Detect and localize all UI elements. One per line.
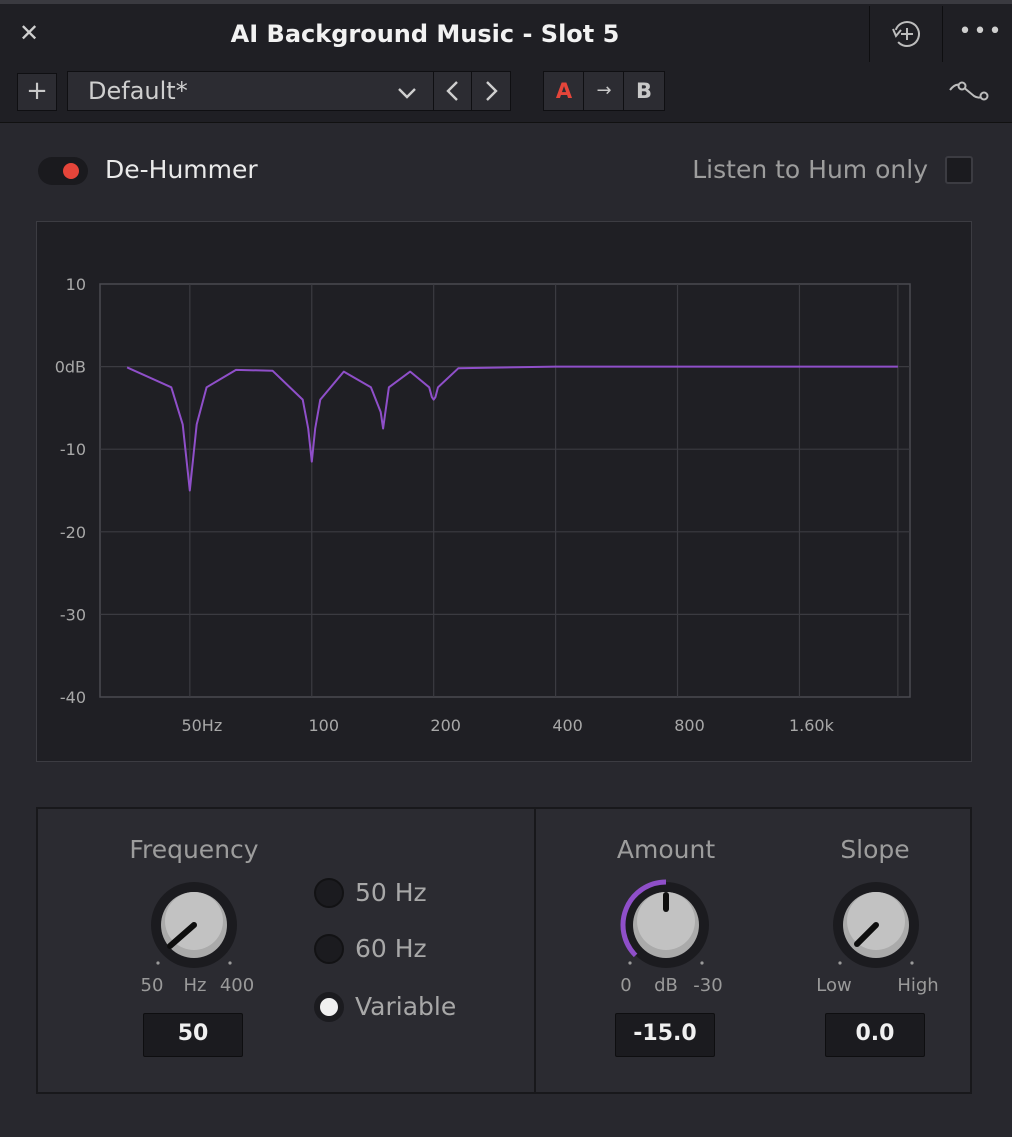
panel-divider <box>534 807 536 1094</box>
radio-label: 60 Hz <box>355 934 427 963</box>
next-preset-button[interactable] <box>471 71 511 111</box>
x-tick-label: 400 <box>552 716 583 735</box>
radio-label: 50 Hz <box>355 878 427 907</box>
radio-button-selected <box>314 992 344 1022</box>
slope-value-field[interactable]: 0.0 <box>825 1013 925 1057</box>
x-tick-label: 100 <box>308 716 339 735</box>
y-tick-label: 10 <box>66 275 86 294</box>
x-tick-label: 800 <box>674 716 705 735</box>
previous-preset-button[interactable] <box>433 71 473 111</box>
plugin-name: De-Hummer <box>105 155 258 184</box>
frequency-max-label: 400 <box>219 975 255 996</box>
response-curve <box>126 365 898 492</box>
close-icon[interactable]: ✕ <box>14 18 44 48</box>
ab-copy-arrow-button[interactable]: → <box>583 71 625 111</box>
frequency-knob[interactable] <box>139 873 249 973</box>
listen-hum-checkbox[interactable] <box>945 156 973 184</box>
ab-compare-b-button[interactable]: B <box>623 71 665 111</box>
y-tick-label: -10 <box>60 440 86 459</box>
add-preset-button[interactable]: + <box>17 73 57 111</box>
y-tick-label: 0dB <box>55 358 86 377</box>
title-separator <box>869 6 870 62</box>
amount-max-label: -30 <box>693 975 723 996</box>
history-icon[interactable] <box>880 14 934 54</box>
radio-label: Variable <box>355 992 457 1021</box>
y-tick-label: -40 <box>60 688 86 707</box>
ab-compare-a-button[interactable]: A <box>543 71 585 111</box>
response-chart: 10 0dB -10 -20 -30 -40 50Hz 100 200 400 800 1.60k <box>55 275 911 735</box>
chevron-left-icon <box>446 81 458 101</box>
window-top-strip <box>0 0 1012 4</box>
slope-max-label: High <box>897 975 939 996</box>
plot-frame <box>99 283 911 698</box>
y-tick-label: -20 <box>60 523 86 542</box>
frequency-label: Frequency <box>129 835 259 864</box>
radio-button <box>314 934 344 964</box>
power-indicator <box>63 163 79 179</box>
chevron-right-icon <box>486 81 498 101</box>
amount-label: Amount <box>616 835 716 864</box>
title-separator <box>942 6 943 62</box>
listen-hum-label: Listen to Hum only <box>692 155 928 184</box>
plugin-power-toggle[interactable] <box>38 157 88 185</box>
amount-unit-label: dB <box>654 975 678 996</box>
frequency-unit-label: Hz <box>183 975 207 996</box>
radio-option-variable[interactable]: Variable <box>314 990 494 1026</box>
preset-dropdown[interactable]: Default* <box>67 71 435 111</box>
x-tick-label: 1.60k <box>789 716 835 735</box>
amount-min-label: 0 <box>620 975 632 996</box>
window-title: AI Background Music - Slot 5 <box>230 20 620 48</box>
frequency-value-field[interactable]: 50 <box>143 1013 243 1057</box>
preset-toolbar: + Default* A → B <box>0 66 1012 123</box>
title-bar: ✕ AI Background Music - Slot 5 ••• <box>0 0 1012 67</box>
x-tick-label: 200 <box>430 716 461 735</box>
radio-option-60hz[interactable]: 60 Hz <box>314 932 474 968</box>
y-tick-label: -30 <box>60 605 86 624</box>
automation-curve-icon[interactable] <box>946 74 994 108</box>
slope-knob[interactable] <box>821 873 931 973</box>
slope-min-label: Low <box>816 975 852 996</box>
preset-value: Default* <box>88 77 188 105</box>
slope-label: Slope <box>840 835 910 864</box>
frequency-min-label: 50 <box>140 975 164 996</box>
x-tick-label: 50Hz <box>181 716 222 735</box>
amount-knob[interactable] <box>611 873 721 973</box>
radio-option-50hz[interactable]: 50 Hz <box>314 876 474 912</box>
more-icon[interactable]: ••• <box>950 14 1012 54</box>
chevron-down-icon <box>396 82 418 104</box>
amount-value-field[interactable]: -15.0 <box>615 1013 715 1057</box>
radio-button <box>314 878 344 908</box>
frequency-response-graph: 10 0dB -10 -20 -30 -40 50Hz 100 200 400 800 1.60k <box>36 221 972 762</box>
